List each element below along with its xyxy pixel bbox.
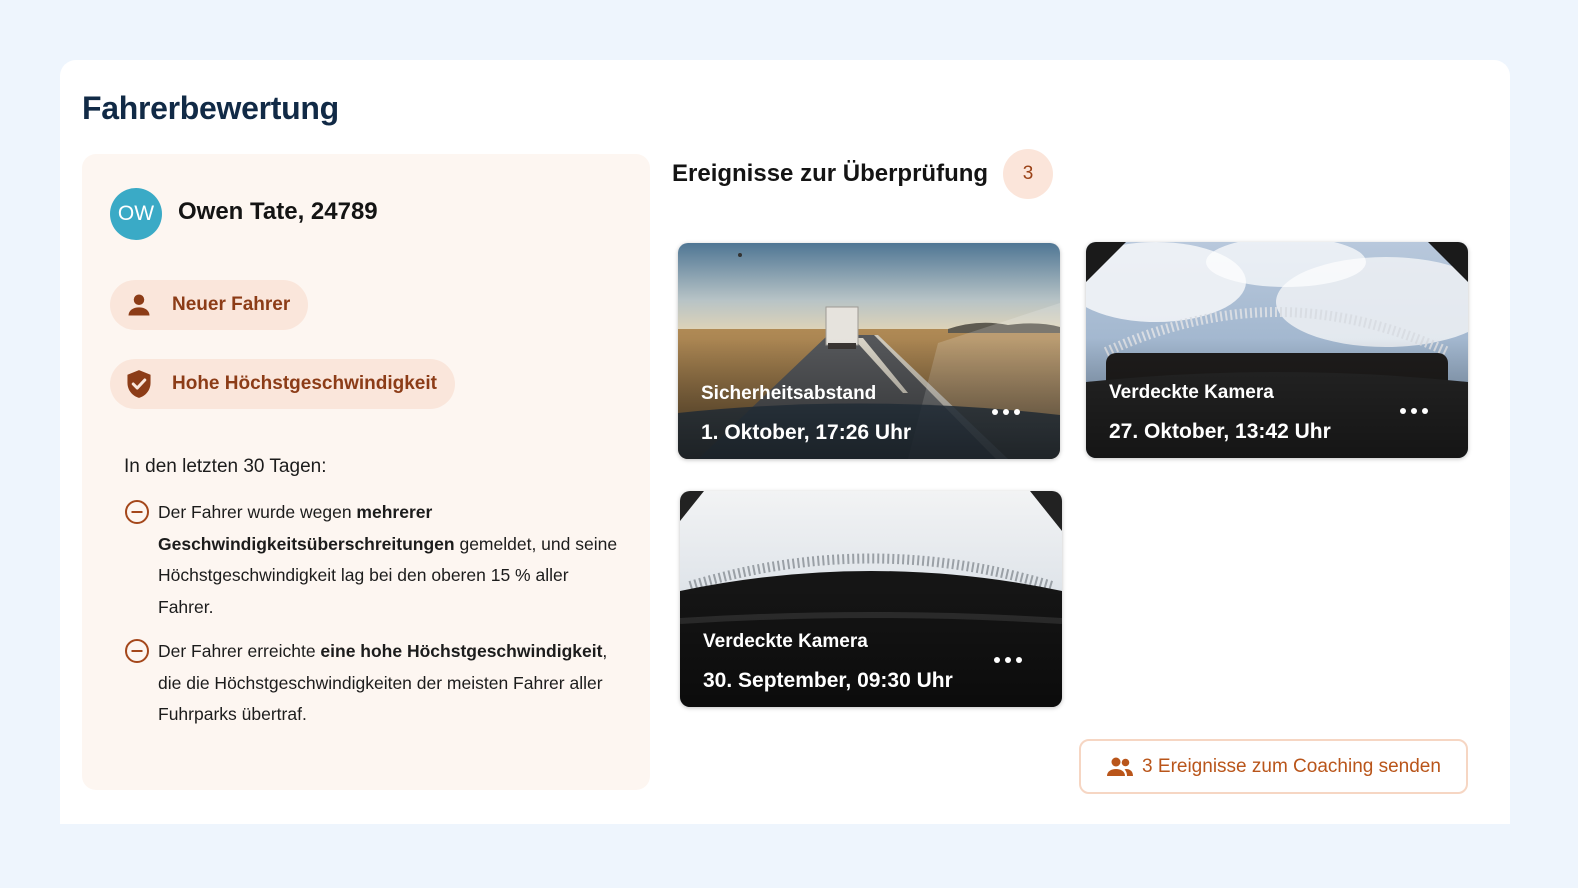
person-icon [124, 290, 154, 320]
events-count-badge: 3 [1003, 149, 1053, 199]
minus-circle-icon [125, 639, 149, 663]
event-date: 30. September, 09:30 Uhr [703, 669, 953, 692]
minus-circle-icon [125, 500, 149, 524]
tag-label: Hohe Höchstgeschwindigkeit [172, 373, 437, 394]
event-type: Verdeckte Kamera [703, 631, 868, 652]
more-options-icon[interactable] [1400, 406, 1428, 416]
more-options-icon[interactable] [994, 655, 1022, 665]
finding-item: Der Fahrer wurde wegen mehrerer Geschwin… [124, 497, 624, 623]
driver-panel: OW Owen Tate, 24789 Neuer Fahrer Hohe Hö… [82, 154, 650, 790]
avatar: OW [110, 188, 162, 240]
driver-review-card: Fahrerbewertung OW Owen Tate, 24789 Neue… [60, 60, 1510, 824]
finding-text: Der Fahrer wurde wegen mehrerer Geschwin… [158, 502, 618, 617]
event-date: 27. Oktober, 13:42 Uhr [1109, 420, 1331, 443]
shield-check-icon [124, 369, 154, 399]
more-options-icon[interactable] [992, 407, 1020, 417]
users-icon [1107, 757, 1134, 776]
events-title: Ereignisse zur Überprüfung [672, 160, 989, 187]
driver-name: Owen Tate, 24789 [178, 198, 378, 225]
finding-text: Der Fahrer erreichte eine hohe Höchstges… [158, 641, 608, 724]
tag-new-driver: Neuer Fahrer [110, 280, 309, 330]
event-card-obstructed-camera[interactable]: Verdeckte Kamera 30. September, 09:30 Uh… [680, 491, 1062, 707]
event-type: Verdeckte Kamera [1109, 382, 1274, 403]
send-to-coaching-label: 3 Ereignisse zum Coaching senden [1142, 755, 1441, 777]
page-title: Fahrerbewertung [82, 90, 339, 126]
tag-high-top-speed: Hohe Höchstgeschwindigkeit [110, 359, 455, 409]
period-label: In den letzten 30 Tagen: [124, 456, 327, 477]
send-to-coaching-button[interactable]: 3 Ereignisse zum Coaching senden [1079, 739, 1468, 794]
event-card-obstructed-camera[interactable]: Verdeckte Kamera 27. Oktober, 13:42 Uhr [1086, 242, 1468, 458]
event-date: 1. Oktober, 17:26 Uhr [701, 421, 912, 444]
tag-label: Neuer Fahrer [172, 294, 291, 315]
event-card-following-distance[interactable]: Sicherheitsabstand 1. Oktober, 17:26 Uhr [678, 243, 1060, 459]
finding-item: Der Fahrer erreichte eine hohe Höchstges… [124, 636, 624, 731]
event-type: Sicherheitsabstand [701, 383, 877, 404]
